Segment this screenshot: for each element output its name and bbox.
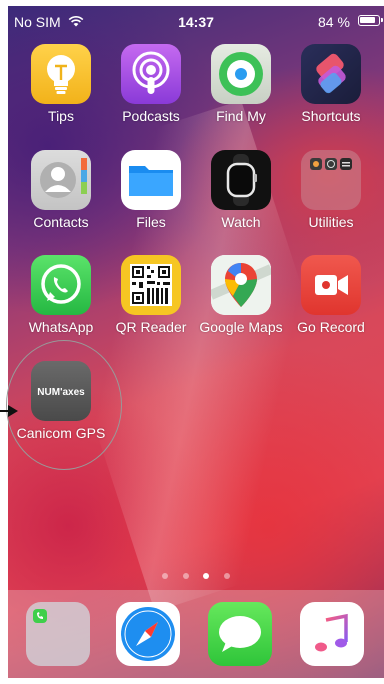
app-watch[interactable]: Watch bbox=[196, 150, 286, 250]
qr-code-icon bbox=[121, 255, 181, 315]
podcasts-icon bbox=[121, 44, 181, 104]
app-label: Go Record bbox=[297, 319, 365, 335]
messages-icon bbox=[219, 616, 261, 652]
app-tips[interactable]: Tips bbox=[16, 44, 106, 144]
folder-icon bbox=[301, 150, 361, 210]
page-dot[interactable] bbox=[223, 573, 230, 579]
whatsapp-icon bbox=[31, 255, 91, 315]
dock-messages[interactable] bbox=[208, 602, 272, 666]
app-label: Utilities bbox=[308, 214, 354, 230]
shortcuts-icon bbox=[301, 44, 361, 104]
safari-icon bbox=[121, 607, 175, 661]
find-my-icon bbox=[211, 44, 271, 104]
app-label: Google Maps bbox=[199, 319, 283, 335]
app-go-record[interactable]: Go Record bbox=[286, 255, 376, 355]
dock-safari[interactable] bbox=[116, 602, 180, 666]
battery-percentage: 84 % bbox=[318, 14, 350, 30]
page-dot[interactable] bbox=[162, 573, 169, 579]
page-dot[interactable] bbox=[182, 573, 189, 579]
phone-folder-icon bbox=[33, 609, 47, 623]
app-label: Watch bbox=[221, 214, 261, 230]
app-label: Podcasts bbox=[122, 108, 180, 124]
app-contacts[interactable]: Contacts bbox=[16, 150, 106, 250]
contacts-icon bbox=[31, 150, 91, 210]
app-label: Files bbox=[136, 214, 166, 230]
music-icon bbox=[315, 613, 348, 652]
app-label: QR Reader bbox=[115, 319, 187, 335]
app-label: Contacts bbox=[33, 214, 89, 230]
watch-icon bbox=[211, 150, 271, 210]
app-find-my[interactable]: Find My bbox=[196, 44, 286, 144]
app-label: Shortcuts bbox=[301, 108, 361, 124]
dock-phone-folder[interactable] bbox=[26, 602, 90, 666]
folder-icon bbox=[121, 150, 181, 210]
app-utilities[interactable]: Utilities bbox=[286, 150, 376, 250]
app-shortcuts[interactable]: Shortcuts bbox=[286, 44, 376, 144]
dock-music[interactable] bbox=[300, 602, 364, 666]
dock bbox=[8, 590, 384, 678]
app-label: Find My bbox=[216, 108, 266, 124]
highlight-circle bbox=[6, 340, 122, 470]
pointer-arrow-icon bbox=[0, 405, 18, 417]
video-camera-icon bbox=[301, 255, 361, 315]
battery-icon bbox=[358, 15, 383, 26]
app-google-maps[interactable]: Google Maps bbox=[196, 255, 286, 355]
app-qr-reader[interactable]: QR Reader bbox=[106, 255, 196, 355]
phone-frame: No SIM 14:37 84 % Tips Podcasts Find My … bbox=[0, 0, 384, 684]
lightbulb-icon bbox=[31, 44, 91, 104]
app-label: Tips bbox=[48, 108, 74, 124]
map-pin-icon bbox=[211, 255, 271, 315]
status-bar: No SIM 14:37 84 % bbox=[8, 6, 384, 34]
app-files[interactable]: Files bbox=[106, 150, 196, 250]
page-indicator[interactable] bbox=[8, 566, 384, 584]
app-podcasts[interactable]: Podcasts bbox=[106, 44, 196, 144]
page-dot-active[interactable] bbox=[203, 573, 210, 579]
app-label: WhatsApp bbox=[28, 319, 94, 335]
